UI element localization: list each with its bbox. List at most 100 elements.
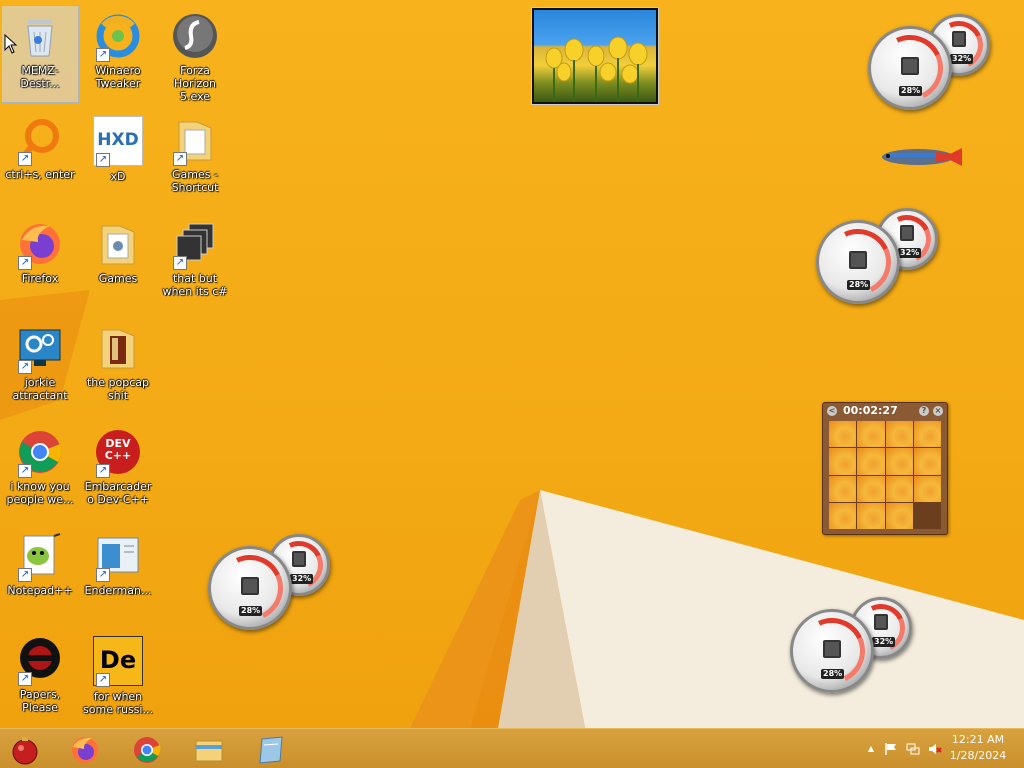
cpu-meter-gadget[interactable]: 32% 28% bbox=[867, 14, 998, 114]
desktop-icon-papers-please[interactable]: ↗ Papers, Please bbox=[2, 630, 78, 726]
desktop-icon-chrome[interactable]: ↗ i know you people we... bbox=[2, 422, 78, 518]
shortcut-arrow-icon: ↗ bbox=[96, 153, 110, 167]
puzzle-tile[interactable] bbox=[885, 421, 913, 448]
puzzle-tile[interactable] bbox=[829, 502, 857, 529]
puzzle-tile[interactable] bbox=[857, 448, 885, 475]
puzzle-tile[interactable] bbox=[829, 448, 857, 475]
desktop-icon-popcap[interactable]: the popcap shit bbox=[80, 318, 156, 414]
icon-label: MEMZ-Destr... bbox=[20, 64, 60, 90]
desktop-icon-jorkie[interactable]: ↗ jorkie attractant bbox=[2, 318, 78, 414]
puzzle-grid bbox=[829, 421, 941, 529]
desktop-icon-enderman[interactable]: ↗ Enderman... bbox=[80, 526, 156, 622]
desktop-icon-games-folder[interactable]: Games bbox=[80, 214, 156, 310]
taskbar-app[interactable] bbox=[246, 731, 298, 767]
icon-label: Firefox bbox=[21, 272, 59, 285]
shortcut-arrow-icon: ↗ bbox=[96, 568, 110, 582]
cpu-meter-gadget[interactable]: 32% 28% bbox=[815, 208, 946, 308]
puzzle-tile[interactable] bbox=[913, 421, 941, 448]
hxd-icon: HXD ↗ bbox=[93, 116, 143, 167]
search-ring-icon: ↗ bbox=[16, 116, 64, 166]
desktop-icon-notepadpp[interactable]: ↗ Notepad++ bbox=[2, 526, 78, 622]
desktop-icon-games-shortcut[interactable]: ↗ Games - Shortcut bbox=[157, 110, 233, 206]
taskbar-file-explorer[interactable] bbox=[184, 731, 236, 767]
desktop-icon-memz[interactable]: MEMZ-Destr... bbox=[1, 5, 79, 103]
desktop-icon-ctrl-s[interactable]: ↗ ctrl+s, enter bbox=[2, 110, 78, 206]
taskbar-chrome[interactable] bbox=[122, 731, 174, 767]
cpu-gauge: 28% bbox=[867, 25, 953, 111]
puzzle-tile[interactable] bbox=[829, 475, 857, 502]
desktop-icon-firefox[interactable]: ↗ Firefox bbox=[2, 214, 78, 310]
memory-percent: 32% bbox=[290, 574, 314, 584]
desktop-icon-xd[interactable]: HXD ↗ xD bbox=[80, 110, 156, 206]
puzzle-tile[interactable] bbox=[913, 448, 941, 475]
folder-icon bbox=[94, 324, 142, 372]
shortcut-arrow-icon: ↗ bbox=[18, 360, 32, 374]
puzzle-timer: 00:02:27 bbox=[843, 404, 898, 417]
memory-chip-icon bbox=[874, 614, 888, 630]
notepadpp-icon: ↗ bbox=[16, 532, 64, 582]
notebook-icon bbox=[259, 736, 283, 764]
memory-percent: 32% bbox=[898, 248, 922, 258]
desktop-icon-forza[interactable]: Forza Horizon 5.exe bbox=[157, 6, 233, 103]
puzzle-tile[interactable] bbox=[829, 421, 857, 448]
network-icon[interactable] bbox=[906, 742, 920, 756]
close-icon[interactable]: × bbox=[933, 406, 943, 416]
puzzle-tile[interactable] bbox=[885, 448, 913, 475]
puzzle-empty-slot bbox=[913, 502, 941, 529]
icon-label: for when some russi... bbox=[83, 690, 153, 716]
puzzle-tile[interactable] bbox=[913, 475, 941, 502]
folder-icon bbox=[94, 220, 142, 268]
desktop-icon-csharp[interactable]: ↗ that but when its c# bbox=[157, 214, 233, 310]
desktop[interactable]: MEMZ-Destr... ↗ ctrl+s, enter ↗ Firefox … bbox=[0, 0, 1024, 728]
back-icon[interactable]: < bbox=[827, 406, 837, 416]
cpu-meter-gadget[interactable]: 32% 28% bbox=[207, 534, 338, 634]
shortcut-arrow-icon: ↗ bbox=[18, 256, 32, 270]
tulip-photo bbox=[545, 36, 648, 102]
icon-label: Enderman... bbox=[84, 584, 152, 597]
cpu-meter-gadget[interactable]: 32% 28% bbox=[789, 597, 920, 697]
puzzle-tile[interactable] bbox=[857, 502, 885, 529]
puzzle-tile[interactable] bbox=[885, 502, 913, 529]
puzzle-tile[interactable] bbox=[885, 475, 913, 502]
puzzle-tile[interactable] bbox=[857, 421, 885, 448]
slideshow-gadget[interactable] bbox=[532, 8, 658, 104]
devcpp-icon: DEV C++ ↗ bbox=[94, 428, 142, 478]
memory-chip-icon bbox=[292, 551, 306, 567]
clock-date: 1/28/2024 bbox=[949, 749, 1007, 762]
de-app-icon: De ↗ bbox=[93, 636, 143, 687]
taskbar: ▲ 12:21 AM 1/28/2024 bbox=[0, 728, 1024, 768]
winaero-icon: ↗ bbox=[94, 12, 142, 62]
folder-icon bbox=[195, 740, 223, 762]
desktop-icon-winaero[interactable]: ↗ Winaero Tweaker bbox=[80, 6, 156, 102]
help-icon[interactable]: ? bbox=[919, 406, 929, 416]
taskbar-firefox[interactable] bbox=[60, 731, 112, 767]
shortcut-arrow-icon: ↗ bbox=[173, 152, 187, 166]
shortcut-arrow-icon: ↗ bbox=[18, 672, 32, 686]
action-center-flag-icon[interactable] bbox=[884, 742, 898, 756]
desktop-icon-devcpp[interactable]: DEV C++ ↗ Embarcadero Dev-C++ bbox=[80, 422, 156, 518]
fish-gadget[interactable] bbox=[872, 142, 966, 172]
puzzle-tile[interactable] bbox=[857, 475, 885, 502]
cpu-percent: 28% bbox=[847, 280, 871, 290]
shortcut-arrow-icon: ↗ bbox=[18, 152, 32, 166]
papers-please-icon: ↗ bbox=[16, 636, 64, 686]
memory-chip-icon bbox=[952, 31, 966, 47]
stacked-windows-icon: ↗ bbox=[171, 220, 219, 270]
icon-label: Embarcadero Dev-C++ bbox=[84, 480, 152, 506]
cpu-gauge: 28% bbox=[207, 545, 293, 631]
cpu-percent: 28% bbox=[899, 86, 923, 96]
cpu-percent: 28% bbox=[239, 606, 263, 616]
cpu-chip-icon bbox=[901, 57, 919, 75]
flash-icon bbox=[171, 12, 219, 60]
monitor-gear-icon: ↗ bbox=[16, 324, 64, 374]
cpu-percent: 28% bbox=[821, 669, 845, 679]
show-hidden-icons-button[interactable]: ▲ bbox=[864, 742, 878, 756]
system-clock[interactable]: 12:21 AM 1/28/2024 bbox=[938, 732, 1018, 764]
shortcut-arrow-icon: ↗ bbox=[96, 673, 110, 687]
start-button[interactable] bbox=[0, 731, 52, 767]
shortcut-arrow-icon: ↗ bbox=[173, 256, 187, 270]
picture-puzzle-gadget[interactable]: < 00:02:27 ? × bbox=[822, 402, 948, 535]
desktop-icon-russian[interactable]: De ↗ for when some russi... bbox=[80, 630, 156, 726]
clock-time: 12:21 AM bbox=[951, 733, 1005, 746]
icon-label: Papers, Please bbox=[19, 688, 61, 714]
